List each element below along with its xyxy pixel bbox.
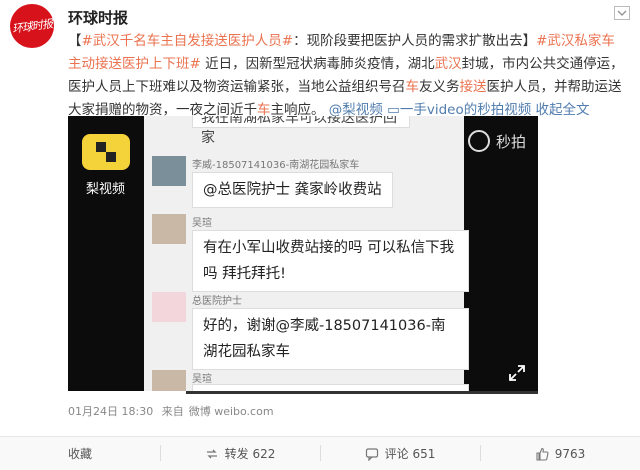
collect-label: 收藏 (67, 447, 92, 461)
repost-label: 转发 622 (224, 447, 276, 461)
miaopai-logo-icon (467, 130, 490, 152)
collapse-link[interactable]: 收起全文 (536, 102, 590, 118)
keyword-che: 车 (405, 79, 420, 95)
chat-avatar (152, 292, 186, 322)
account-name[interactable]: 环球时报 (68, 7, 128, 28)
topic-tag-1[interactable]: #武汉千名车主自发接送医护人员# (82, 33, 294, 49)
avatar-text: 环球时报 (11, 17, 53, 36)
post-text-2: 近日，因新型冠状病毒肺炎疫情，湖北 (200, 56, 435, 72)
comment-icon (365, 447, 378, 461)
repost-icon (206, 449, 217, 458)
chat-sender-name: 吴瑄 (192, 374, 212, 385)
chat-avatar (152, 156, 186, 186)
like-button[interactable]: 9763 (480, 437, 640, 470)
chat-message: 好的，谢谢@李威-18507141036-南湖花园私家车 (192, 308, 469, 370)
fullscreen-icon[interactable] (508, 364, 526, 382)
miaopai-watermark: 秒拍 (467, 130, 526, 152)
comment-button[interactable]: 评论 651 (320, 437, 480, 470)
repost-button[interactable]: 转发 622 (160, 437, 320, 470)
chat-sender-name: 吴瑄 (192, 218, 212, 229)
chat-message: 有在小军山收费站接的吗 可以私信下我吗 拜托拜托! (192, 230, 469, 292)
lishi-logo-label: 梨视频 (86, 182, 126, 197)
video-progress-fill (68, 391, 186, 394)
video-player[interactable]: 梨视频 我在南湖私家车可以接送医护回家 李威-18507141036-南湖花园私… (68, 116, 538, 394)
chat-avatar (152, 214, 186, 244)
chat-message: @总医院护士 龚家岭收费站 (192, 172, 393, 208)
action-bar: 收藏 转发 622 评论 651 9763 (0, 436, 640, 470)
like-label: 9763 (554, 446, 586, 461)
chat-cropped-line: 我在南湖私家车可以接送医护回家 (192, 116, 410, 146)
comment-label: 评论 651 (384, 447, 436, 461)
keyword-wuhan: 武汉 (434, 56, 462, 72)
post-meta: 01月24日 18:30 来自 微博 weibo.com (68, 403, 279, 419)
source-prefix: 来自 (161, 405, 184, 418)
miaopai-label: 秒拍 (495, 132, 526, 151)
keyword-jiesong: 接送 (459, 79, 487, 95)
collect-button[interactable]: 收藏 (0, 437, 160, 470)
chevron-down-icon[interactable] (614, 6, 630, 20)
lishi-logo-icon (82, 134, 130, 170)
post-text-1: ：现阶段要把医护人员的需求扩散出去】 (293, 33, 537, 49)
chat-sender-name: 李威-18507141036-南湖花园私家车 (192, 160, 360, 171)
post-source: 微博 weibo.com (188, 405, 274, 418)
chat-screenshot: 我在南湖私家车可以接送医护回家 李威-18507141036-南湖花园私家车 @… (144, 116, 469, 394)
chat-sender-name: 总医院护士 (192, 296, 242, 307)
avatar[interactable]: 环球时报 (10, 4, 54, 48)
thumbs-up-icon (536, 447, 549, 461)
post-text: 【#武汉千名车主自发接送医护人员#：现阶段要把医护人员的需求扩散出去】#武汉私家… (68, 33, 624, 118)
post-time[interactable]: 01月24日 18:30 (68, 405, 153, 418)
video-progress-bar[interactable] (68, 391, 538, 394)
post-text-4: 友义务 (419, 79, 460, 95)
